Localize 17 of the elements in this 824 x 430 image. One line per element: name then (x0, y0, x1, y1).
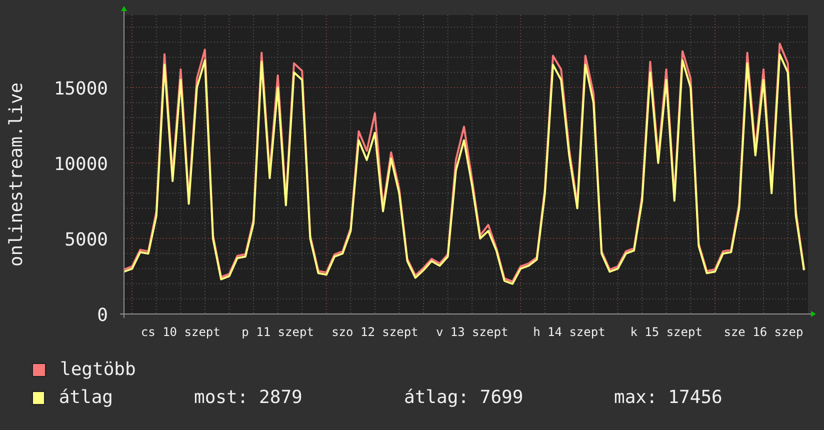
y-tick-label: 15000 (54, 78, 108, 100)
x-tick-label: p 11 szept (242, 325, 314, 339)
x-tick-label: sze 16 szep (724, 325, 804, 339)
x-tick-label: cs 10 szept (140, 325, 220, 339)
legend-statistic: átlag: 7699 (404, 387, 524, 409)
x-tick-label: v 13 szept (436, 325, 508, 339)
x-tick-label: k 15 szept (630, 325, 702, 339)
legend-statistic: most: 2879 (194, 387, 304, 409)
x-tick-label: szo 12 szept (332, 325, 418, 339)
y-tick-label: 0 (97, 305, 108, 326)
legend-label: legtöbb (60, 359, 137, 381)
y-tick-label: 10000 (54, 154, 108, 175)
y-tick-label: 5000 (64, 230, 108, 250)
y-axis-title: onlinestream.live (6, 82, 27, 267)
legend-statistic: max: 17456 (614, 387, 724, 409)
legend-label: átlag (58, 387, 114, 409)
x-tick-label: h 14 szept (533, 325, 606, 339)
